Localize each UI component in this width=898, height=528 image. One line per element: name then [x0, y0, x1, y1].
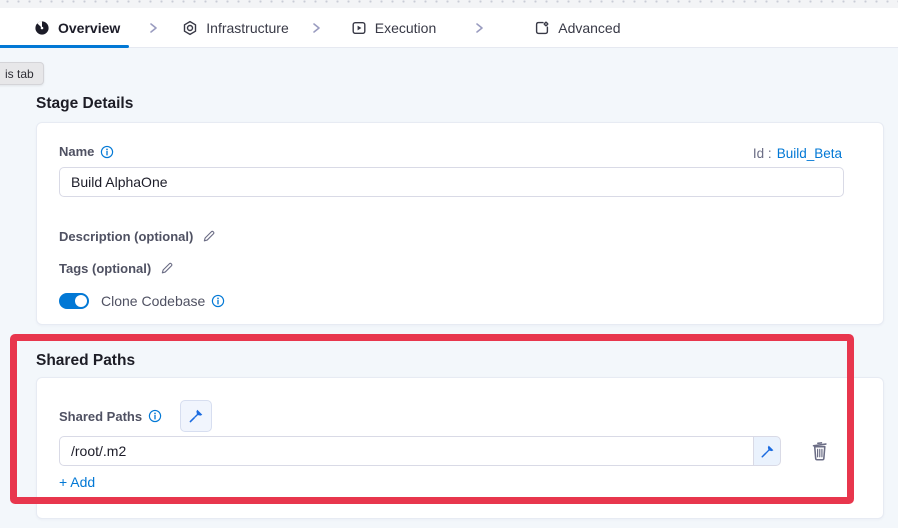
shared-paths-label-wrap: Shared Paths: [59, 409, 162, 424]
clone-codebase-wrap: Clone Codebase: [101, 293, 225, 309]
trash-icon: [809, 439, 831, 463]
tab-advanced[interactable]: Advanced: [534, 20, 620, 36]
pipeline-canvas-dots: [0, 0, 898, 8]
execution-icon: [351, 20, 367, 36]
chevron-right-icon: [146, 21, 160, 35]
tab-infrastructure[interactable]: Infrastructure: [182, 20, 288, 36]
stage-name-input[interactable]: [59, 167, 844, 197]
edit-description-icon[interactable]: [201, 229, 216, 244]
stage-id: Id : Build_Beta: [753, 146, 842, 161]
stage-tab-bar: Overview Infrastructure: [0, 8, 898, 48]
active-tab-underline: [0, 45, 129, 48]
pin-icon: [760, 444, 775, 459]
delete-path-button[interactable]: [809, 439, 831, 463]
tab-infrastructure-label: Infrastructure: [206, 20, 288, 36]
stage-config-panel: Overview Infrastructure: [0, 0, 898, 528]
toggle-knob: [75, 295, 87, 307]
info-icon[interactable]: [148, 409, 162, 423]
tab-overview-label: Overview: [58, 20, 120, 36]
chevron-right-icon: [472, 21, 486, 35]
tooltip-text: is tab: [5, 67, 34, 81]
chevron-right-icon: [309, 21, 323, 35]
overview-icon: [34, 20, 50, 36]
tab-advanced-label: Advanced: [558, 20, 620, 36]
shared-paths-card: Shared Paths: [36, 377, 884, 519]
shared-path-input[interactable]: [59, 436, 753, 466]
tab-overview[interactable]: Overview: [34, 20, 120, 36]
tags-label: Tags (optional): [59, 261, 151, 276]
pin-all-button[interactable]: [180, 400, 212, 432]
shared-paths-heading: Shared Paths: [36, 352, 135, 370]
clone-codebase-label: Clone Codebase: [101, 293, 205, 309]
infrastructure-icon: [182, 20, 198, 36]
id-value-link[interactable]: Build_Beta: [777, 146, 842, 161]
id-label: Id :: [753, 146, 772, 161]
info-icon[interactable]: [211, 294, 225, 308]
tab-execution-label: Execution: [375, 20, 436, 36]
input-type-pin-button[interactable]: [753, 436, 781, 466]
stage-details-heading: Stage Details: [36, 95, 133, 113]
tab-execution[interactable]: Execution: [351, 20, 436, 36]
shared-paths-label: Shared Paths: [59, 409, 142, 424]
clipped-tooltip: is tab: [0, 62, 44, 85]
edit-tags-icon[interactable]: [159, 261, 174, 276]
pin-icon: [188, 408, 204, 424]
clone-codebase-toggle[interactable]: [59, 293, 89, 309]
advanced-icon: [534, 20, 550, 36]
description-label: Description (optional): [59, 229, 193, 244]
stage-details-card: Name Id : Build_Beta Description (option…: [36, 122, 884, 325]
name-label: Name: [59, 144, 94, 159]
name-label-wrap: Name: [59, 144, 114, 159]
shared-path-row: [59, 436, 781, 466]
add-path-button[interactable]: + Add: [59, 474, 95, 490]
info-icon[interactable]: [100, 145, 114, 159]
